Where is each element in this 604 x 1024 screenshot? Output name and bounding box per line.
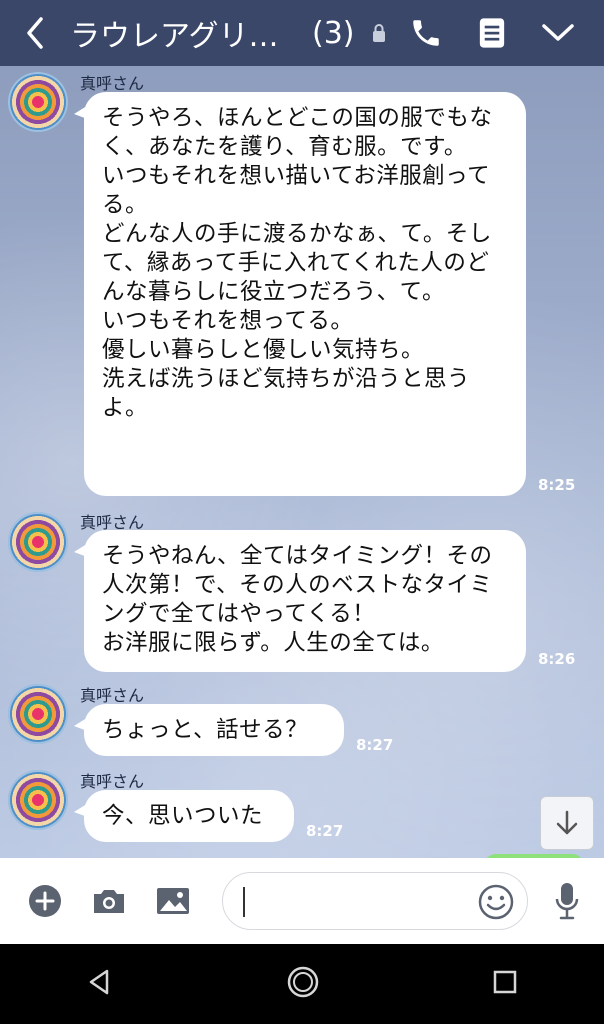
lock-icon <box>372 24 385 42</box>
text-caret <box>243 887 245 917</box>
chat-title-area[interactable]: ラウレアグリー… (3) <box>70 11 402 55</box>
notes-button[interactable] <box>468 9 516 57</box>
avatar[interactable] <box>8 684 68 744</box>
camera-icon <box>94 890 124 913</box>
message-time: 8:27 <box>356 736 394 754</box>
message-field[interactable] <box>249 881 473 923</box>
notes-icon <box>479 18 505 48</box>
nav-recents-button[interactable] <box>491 968 519 1000</box>
sender-name: 真呼さん <box>80 74 145 93</box>
avatar[interactable] <box>8 72 68 132</box>
add-button[interactable] <box>16 872 74 930</box>
add-icon <box>29 885 61 917</box>
call-button[interactable] <box>402 9 450 57</box>
system-navigation-bar <box>0 944 604 1024</box>
nav-home-icon <box>287 966 319 998</box>
message-time: 8:26 <box>538 650 576 668</box>
message-bubble[interactable]: ちょっと、話せる？ <box>74 704 344 756</box>
message-bubble[interactable]: そうやろ、ほんとどこの国の服でもなく、あなたを護り、育む服。です。 いつもそれを… <box>74 92 526 496</box>
emoji-icon[interactable] <box>477 883 515 921</box>
avatar[interactable] <box>8 512 68 572</box>
message-time: 8:25 <box>538 476 576 494</box>
scroll-to-bottom-button[interactable] <box>540 796 594 850</box>
chevron-down-icon <box>542 24 574 41</box>
header-actions <box>402 9 604 57</box>
voice-button[interactable] <box>538 872 596 930</box>
nav-back-icon <box>90 969 109 995</box>
phone-icon <box>413 20 439 46</box>
back-button[interactable] <box>0 0 70 66</box>
menu-toggle-button[interactable] <box>534 9 582 57</box>
nav-back-button[interactable] <box>85 967 115 1001</box>
avatar[interactable] <box>8 770 68 830</box>
message-bubble[interactable]: 今、思いついた <box>74 790 294 842</box>
nav-recents-icon <box>493 970 516 994</box>
message-bubble[interactable]: そうやねん、全てはタイミング！その人次第！で、その人のベストなタイミングで全ては… <box>74 530 526 672</box>
back-icon <box>27 17 43 49</box>
message-input[interactable] <box>222 872 528 930</box>
chat-area[interactable]: 真呼さん そうやろ、ほんとどこの国の服でもなく、あなたを護り、育む服。です。 い… <box>0 66 604 858</box>
message-time: 8:27 <box>306 822 344 840</box>
sender-name: 真呼さん <box>80 686 145 705</box>
image-button[interactable] <box>144 872 202 930</box>
message-input-bar <box>0 858 604 944</box>
image-icon <box>157 888 189 914</box>
arrow-down-icon <box>556 810 578 835</box>
sender-name: 真呼さん <box>80 772 145 791</box>
chat-header: ラウレアグリー… (3) <box>0 0 604 66</box>
microphone-icon <box>555 883 579 920</box>
chat-title: ラウレアグリー… <box>70 19 302 54</box>
camera-button[interactable] <box>80 872 138 930</box>
nav-home-button[interactable] <box>286 965 320 1003</box>
member-count: (3) <box>312 15 355 51</box>
